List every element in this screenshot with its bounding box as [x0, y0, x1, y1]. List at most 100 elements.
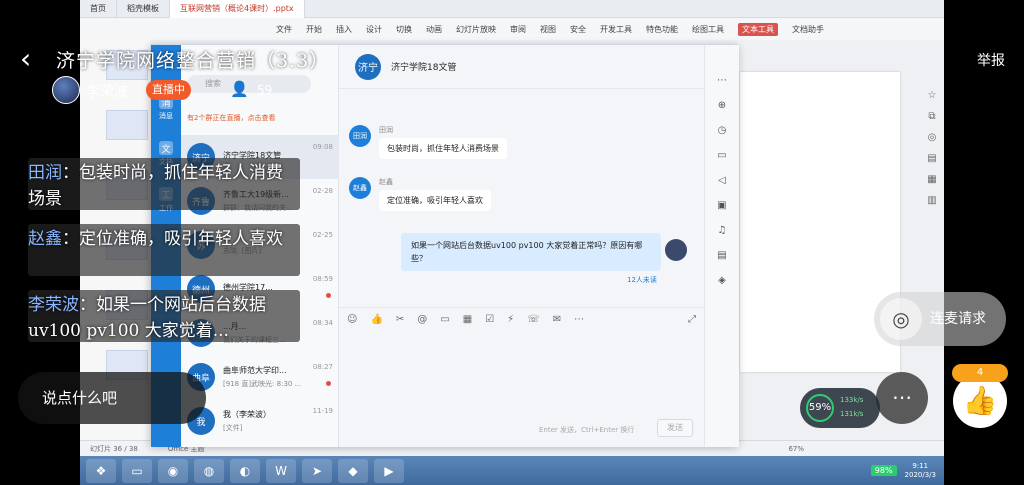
- cube-icon[interactable]: ◈: [718, 275, 726, 286]
- menu-item[interactable]: 开发工具: [600, 24, 632, 35]
- host-avatar[interactable]: [52, 76, 80, 104]
- start-icon[interactable]: ❖: [86, 458, 116, 483]
- menu-item[interactable]: 安全: [570, 24, 586, 35]
- clock-time: 9:11: [912, 461, 929, 470]
- menu-item[interactable]: 设计: [366, 24, 382, 35]
- host-name: 李荣波: [86, 84, 128, 100]
- zoom-level[interactable]: 67%: [788, 445, 804, 453]
- download-speed: 131k/s: [840, 410, 864, 418]
- folder-icon[interactable]: ▭: [440, 314, 449, 325]
- menu-item[interactable]: 审阅: [510, 24, 526, 35]
- clock-date: 2020/3/3: [904, 470, 936, 479]
- menu-item[interactable]: 切换: [396, 24, 412, 35]
- my-avatar: [665, 239, 687, 261]
- contact-name: 曲阜师范大学印...: [223, 366, 287, 375]
- bell-icon[interactable]: ♫: [718, 225, 727, 236]
- expand-icon[interactable]: ⤢: [688, 314, 696, 325]
- menu-item[interactable]: 动画: [426, 24, 442, 35]
- tool-icon[interactable]: ▥: [927, 195, 936, 206]
- tab-home[interactable]: 首页: [80, 0, 117, 18]
- mail-icon[interactable]: ✉: [553, 314, 561, 325]
- mic-request-button[interactable]: ◎ 连麦请求: [874, 292, 1006, 346]
- menu-item[interactable]: 插入: [336, 24, 352, 35]
- chat-side-tools: ⋯ ⊕ ◷ ▭ ◁ ▣ ♫ ▤ ◈: [704, 45, 739, 447]
- wps-icon[interactable]: W: [266, 458, 296, 483]
- message: 赵鑫 赵鑫 定位准确，吸引年轻人喜欢: [349, 177, 491, 211]
- comment-text: ：包装时尚，抓住年轻人消费场景: [28, 163, 283, 209]
- tab-pptx[interactable]: 互联网营销（概论4课时）.pptx: [170, 0, 305, 18]
- read-status[interactable]: 12人未读: [627, 275, 657, 285]
- menu-item[interactable]: 特色功能: [646, 24, 678, 35]
- document-icon[interactable]: ▤: [717, 250, 726, 261]
- windows-taskbar: ❖ ▭ ◉ ◍ ◐ W ➤ ◆ ▶ 98% 9:11 2020/3/3: [80, 456, 944, 485]
- my-message-bubble: 如果一个网站后台数据uv100 pv100 大家觉着正常吗？原因有哪些？: [401, 233, 661, 271]
- tool-icon[interactable]: ☆: [928, 90, 937, 101]
- clock: 9:11 2020/3/3: [905, 462, 936, 480]
- viewer-icon: 👤: [230, 80, 249, 98]
- send-button[interactable]: 发送: [657, 419, 693, 437]
- more-button[interactable]: ⋯: [876, 372, 928, 424]
- sender-avatar: 赵鑫: [349, 177, 371, 199]
- folder-icon[interactable]: ▭: [717, 150, 726, 161]
- upload-speed: 133k/s: [840, 396, 864, 404]
- tab-templates[interactable]: 稻壳模板: [117, 0, 170, 18]
- megaphone-icon[interactable]: ◁: [718, 175, 726, 186]
- comment-item: 田润：包装时尚，抓住年轻人消费场景: [28, 160, 298, 212]
- explorer-icon[interactable]: ▭: [122, 458, 152, 483]
- phone-icon[interactable]: ☏: [527, 314, 540, 325]
- scissors-icon[interactable]: ✂: [396, 314, 404, 325]
- back-arrow-icon[interactable]: ‹: [20, 44, 46, 74]
- more-options-icon[interactable]: ⋯: [717, 75, 727, 86]
- menu-item[interactable]: 文本工具: [738, 22, 778, 36]
- menu-item[interactable]: 视图: [540, 24, 556, 35]
- comment-author: 李荣波: [28, 295, 79, 315]
- message-toolbar: ☺ 👍 ✂ @ ▭ ▦ ☑ ⚡ ☏ ✉ ⋯ ⤢: [339, 307, 704, 331]
- menu-item[interactable]: 文件: [276, 24, 292, 35]
- comment-item: 李荣波：如果一个网站后台数据uv100 pv100 大家觉着...: [28, 292, 298, 344]
- mic-link-icon: ◎: [880, 298, 922, 340]
- comment-input[interactable]: 说点什么吧: [18, 372, 206, 424]
- flash-icon[interactable]: ⚡: [507, 314, 514, 325]
- more-icon[interactable]: ⋯: [574, 314, 584, 325]
- speed-percent: 59%: [806, 394, 834, 422]
- report-button[interactable]: 举报: [977, 50, 1005, 70]
- system-tray: 98% 9:11 2020/3/3: [870, 456, 944, 485]
- menu-item[interactable]: 幻灯片放映: [456, 24, 496, 35]
- tool-icon[interactable]: ⧉: [928, 111, 935, 122]
- stream-title: 济宁学院网络整合营销（3.3）: [56, 50, 330, 72]
- calendar-icon[interactable]: ▦: [463, 314, 472, 325]
- unread-dot: [326, 293, 331, 298]
- conversation-pane: 济宁 济宁学院18文管 田润 田润 包装时尚，抓住年轻人消费场景 赵鑫 赵鑫 定…: [339, 45, 704, 447]
- at-icon[interactable]: @: [417, 314, 427, 325]
- wechat-icon[interactable]: ◉: [158, 458, 188, 483]
- tool-icon[interactable]: ▦: [927, 174, 936, 185]
- chrome-icon[interactable]: ◍: [194, 458, 224, 483]
- unread-dot: [326, 381, 331, 386]
- like-icon[interactable]: 👍: [370, 314, 382, 325]
- dingtalk-icon[interactable]: ➤: [302, 458, 332, 483]
- clock-icon[interactable]: ◷: [718, 125, 727, 136]
- app-icon[interactable]: ◆: [338, 458, 368, 483]
- tool-icon[interactable]: ▤: [927, 153, 936, 164]
- network-speed-widget: 59% 133k/s 131k/s: [800, 388, 880, 428]
- input-hint: Enter 发送，Ctrl+Enter 换行: [539, 426, 635, 434]
- emoji-icon[interactable]: ☺: [347, 314, 357, 325]
- comment-author: 赵鑫: [28, 229, 62, 249]
- like-button[interactable]: 👍: [953, 374, 1007, 428]
- conversation-title: 济宁学院18文管: [391, 63, 457, 73]
- menu-item[interactable]: 文档助手: [792, 24, 824, 35]
- add-member-icon[interactable]: ⊕: [718, 100, 726, 111]
- qq-icon[interactable]: ◐: [230, 458, 260, 483]
- check-icon[interactable]: ☑: [485, 314, 494, 325]
- menu-item[interactable]: 开始: [306, 24, 322, 35]
- live-icon[interactable]: ▣: [717, 200, 726, 211]
- menu-item[interactable]: 绘图工具: [692, 24, 724, 35]
- live-stream-screen: 首页 稻壳模板 互联网营销（概论4课时）.pptx 文件 开始 插入 设计 切换 动画 幻灯…: [0, 0, 1024, 485]
- comment-item: 赵鑫：定位准确，吸引年轻人喜欢: [28, 226, 298, 252]
- player-icon[interactable]: ▶: [374, 458, 404, 483]
- tool-icon[interactable]: ◎: [928, 132, 937, 143]
- battery-indicator: 98%: [870, 465, 897, 476]
- contact-name: 我（李荣波）: [223, 410, 271, 419]
- contact-last-message: [918 直]武映光: 8:30 ...: [223, 380, 302, 388]
- contact-time: 08:27: [312, 363, 333, 371]
